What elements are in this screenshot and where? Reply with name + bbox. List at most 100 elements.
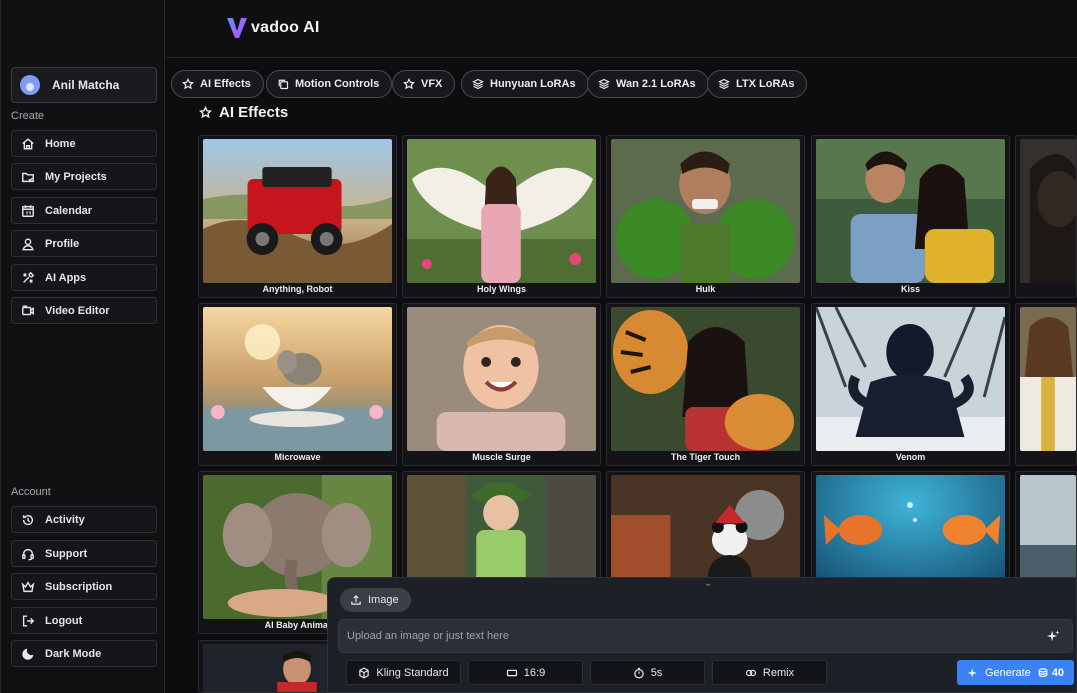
effect-caption: Microwave bbox=[274, 452, 321, 462]
generate-button[interactable]: Generate 40 bbox=[957, 660, 1074, 685]
tab-wan-loras[interactable]: Wan 2.1 LoRAs bbox=[587, 70, 709, 98]
credits-count: 40 bbox=[1051, 666, 1065, 679]
sidebar-item-ai-apps[interactable]: AI Apps bbox=[11, 264, 157, 291]
effect-thumbnail bbox=[1020, 307, 1076, 451]
effect-thumbnail bbox=[816, 307, 1005, 451]
brand-logo[interactable]: vadoo AI bbox=[226, 16, 320, 40]
sparkle-icon[interactable] bbox=[1046, 629, 1060, 643]
video-editor-icon bbox=[20, 303, 36, 319]
create-section-label: Create bbox=[11, 110, 45, 122]
avatar bbox=[20, 75, 40, 95]
tab-label: VFX bbox=[421, 78, 443, 90]
sidebar-item-label: Home bbox=[45, 137, 76, 150]
sidebar-item-label: My Projects bbox=[45, 170, 107, 183]
sidebar-item-my-projects[interactable]: My Projects bbox=[11, 163, 157, 190]
home-icon bbox=[20, 136, 36, 152]
effect-thumbnail bbox=[203, 139, 392, 283]
image-upload-button[interactable]: Image bbox=[340, 588, 411, 612]
tab-label: LTX LoRAs bbox=[736, 78, 795, 90]
image-upload-label: Image bbox=[368, 594, 399, 606]
star-icon bbox=[403, 78, 415, 90]
duration-select[interactable]: 5s bbox=[590, 660, 705, 685]
account-section-label: Account bbox=[11, 486, 51, 498]
effect-caption: Holy Wings bbox=[477, 284, 526, 294]
effect-caption: Venom bbox=[895, 452, 926, 462]
cube-icon bbox=[359, 666, 370, 679]
effect-card-anything-robot[interactable]: Anything, Robot bbox=[198, 135, 397, 298]
effect-card-partial[interactable] bbox=[1015, 303, 1077, 466]
effect-card-venom[interactable]: Venom bbox=[811, 303, 1010, 466]
crown-icon bbox=[20, 579, 36, 595]
sidebar-item-label: Calendar bbox=[45, 204, 93, 217]
sidebar-item-label: Profile bbox=[45, 237, 80, 250]
effect-thumbnail bbox=[407, 139, 596, 283]
tab-label: Motion Controls bbox=[295, 78, 380, 90]
effect-caption: Hulk bbox=[695, 284, 716, 294]
collapse-chevron-icon[interactable]: ⌄ bbox=[704, 578, 712, 589]
sidebar-item-logout[interactable]: Logout bbox=[11, 607, 157, 634]
credits-badge: 40 bbox=[1037, 667, 1064, 679]
top-header: vadoo AI bbox=[166, 0, 1077, 58]
tab-ai-effects[interactable]: AI Effects bbox=[171, 70, 264, 98]
dark-mode-toggle[interactable]: Dark Mode bbox=[11, 640, 157, 667]
history-icon bbox=[20, 512, 36, 528]
sidebar-item-video-editor[interactable]: Video Editor bbox=[11, 297, 157, 324]
effect-card-partial[interactable] bbox=[1015, 135, 1077, 298]
sidebar-item-profile[interactable]: Profile bbox=[11, 230, 157, 257]
sidebar-item-calendar[interactable]: Calendar bbox=[11, 197, 157, 224]
aspect-ratio-label: 16:9 bbox=[523, 666, 546, 679]
aspect-ratio-icon bbox=[506, 669, 517, 676]
sidebar-item-label: Subscription bbox=[45, 580, 113, 593]
effect-card-hulk[interactable]: Hulk bbox=[606, 135, 805, 298]
aspect-ratio-select[interactable]: 16:9 bbox=[468, 660, 583, 685]
sidebar-item-label: Logout bbox=[45, 614, 83, 627]
tab-label: AI Effects bbox=[200, 78, 251, 90]
sidebar-item-subscription[interactable]: Subscription bbox=[11, 573, 157, 600]
sparkle-icon bbox=[967, 668, 977, 677]
sidebar-item-support[interactable]: Support bbox=[11, 540, 157, 567]
tab-ltx-loras[interactable]: LTX LoRAs bbox=[707, 70, 808, 98]
tab-vfx[interactable]: VFX bbox=[392, 70, 456, 98]
sidebar-item-activity[interactable]: Activity bbox=[11, 506, 157, 533]
coins-icon bbox=[1038, 667, 1048, 677]
effect-caption: Anything, Robot bbox=[262, 284, 333, 294]
effect-card-holy-wings[interactable]: Holy Wings bbox=[402, 135, 601, 298]
effect-thumbnail bbox=[611, 139, 800, 283]
user-profile-card[interactable]: Anil Matcha bbox=[11, 67, 157, 103]
effect-caption: Kiss bbox=[900, 284, 920, 294]
profile-icon bbox=[20, 236, 36, 252]
logout-icon bbox=[20, 613, 36, 629]
tab-motion-controls[interactable]: Motion Controls bbox=[266, 70, 393, 98]
vadoo-logo-icon bbox=[227, 18, 247, 38]
model-select[interactable]: Kling Standard bbox=[346, 660, 461, 685]
effect-thumbnail bbox=[816, 139, 1005, 283]
remix-icon bbox=[745, 669, 757, 676]
sidebar-item-label: Dark Mode bbox=[45, 647, 102, 660]
upload-icon bbox=[351, 595, 361, 605]
brand-name: vadoo AI bbox=[251, 19, 320, 36]
duration-label: 5s bbox=[650, 666, 663, 679]
effect-card-kiss[interactable]: Kiss bbox=[811, 135, 1010, 298]
moon-icon bbox=[20, 646, 36, 662]
layers-icon bbox=[718, 78, 730, 90]
effect-card-tiger-touch[interactable]: The Tiger Touch bbox=[606, 303, 805, 466]
sidebar-item-label: Video Editor bbox=[45, 304, 110, 317]
tab-hunyuan-loras[interactable]: Hunyuan LoRAs bbox=[461, 70, 589, 98]
copy-icon bbox=[278, 79, 289, 90]
effect-card-muscle-surge[interactable]: Muscle Surge bbox=[402, 303, 601, 466]
star-icon bbox=[199, 106, 212, 119]
remix-label: Remix bbox=[762, 666, 795, 679]
sidebar: Anil Matcha Create Home My Projects Cale… bbox=[0, 0, 165, 693]
section-title-text: AI Effects bbox=[219, 104, 289, 121]
tab-label: Wan 2.1 LoRAs bbox=[616, 78, 696, 90]
headset-icon bbox=[20, 546, 36, 562]
prompt-input[interactable] bbox=[347, 620, 1037, 652]
timer-icon bbox=[633, 667, 644, 678]
sidebar-item-home[interactable]: Home bbox=[11, 130, 157, 157]
effect-card-microwave[interactable]: Microwave bbox=[198, 303, 397, 466]
tools-icon bbox=[20, 270, 36, 286]
remix-button[interactable]: Remix bbox=[712, 660, 827, 685]
effect-caption: Muscle Surge bbox=[472, 452, 531, 462]
prompt-field[interactable] bbox=[338, 619, 1073, 653]
star-icon bbox=[182, 78, 194, 90]
